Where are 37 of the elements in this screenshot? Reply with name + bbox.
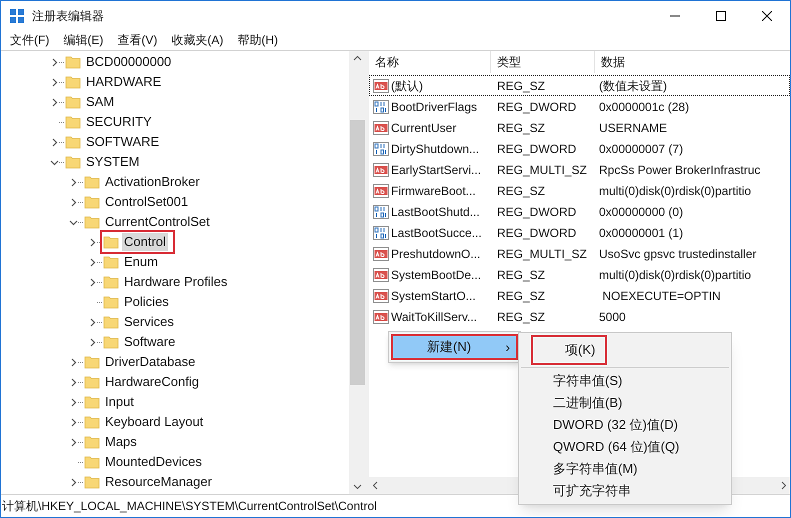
table-cell-text: 0x0000001c (28) bbox=[598, 98, 690, 116]
table-cell-text: REG_SZ bbox=[496, 266, 546, 284]
table-cell-text: LastBootShutd... bbox=[391, 204, 480, 220]
table-cell-text: REG_DWORD bbox=[496, 98, 578, 116]
window-title: 注册表编辑器 bbox=[32, 8, 104, 24]
table-cell-text: (默认) bbox=[391, 78, 423, 94]
table-cell-text: 5000 bbox=[598, 308, 626, 326]
table-cell-text: RpcSs Power BrokerInfrastruc bbox=[598, 162, 760, 178]
table-cell-text: REG_DWORD bbox=[496, 140, 578, 158]
table-cell-text: NOEXECUTE=OPTIN bbox=[601, 288, 721, 304]
table-cell-text: LastBootSucce... bbox=[391, 224, 482, 242]
table-cell-text: BootDriverFlags bbox=[391, 98, 478, 116]
table-cell-text: REG_SZ bbox=[496, 182, 546, 200]
table-cell-text: REG_MULTI_SZ bbox=[496, 246, 588, 262]
table-cell-text: WaitToKillServ... bbox=[391, 308, 478, 326]
table-cell-text: SystemStartO... bbox=[391, 288, 476, 304]
table-cell-text: EarlyStartServi... bbox=[391, 162, 482, 178]
table-cell-text: REG_MULTI_SZ bbox=[496, 162, 588, 178]
table-cell-text: REG_SZ bbox=[496, 120, 546, 136]
table-cell-text: REG_SZ bbox=[496, 308, 546, 326]
table-cell-text: USERNAME bbox=[598, 120, 668, 136]
table-cell-text: DirtyShutdown... bbox=[391, 140, 480, 158]
table-cell-text: 0x00000000 (0) bbox=[598, 204, 684, 220]
table-cell-text: CurrentUser bbox=[391, 120, 456, 136]
table-cell-text: UsoSvc gpsvc trustedinstaller bbox=[598, 246, 756, 262]
table-cell-text: REG_DWORD bbox=[496, 224, 578, 242]
table-cell-text: multi(0)disk(0)rdisk(0)partitio bbox=[598, 182, 752, 200]
table-cell-text: 0x00000007 (7) bbox=[598, 140, 684, 158]
table-cell-text: SystemBootDe... bbox=[391, 266, 482, 284]
table-cell-text: (数值未设置) bbox=[598, 78, 667, 94]
table-cell-text: FirmwareBoot... bbox=[391, 182, 476, 200]
table-cell-text: REG_DWORD bbox=[496, 204, 578, 220]
table-cell-text: multi(0)disk(0)rdisk(0)partitio bbox=[598, 266, 752, 284]
table-cell-text: REG_SZ bbox=[496, 78, 546, 94]
table-cell-text: 0x00000001 (1) bbox=[598, 224, 684, 242]
table-cell-text: REG_SZ bbox=[496, 288, 546, 304]
table-cell-text: PreshutdownO... bbox=[391, 246, 480, 262]
